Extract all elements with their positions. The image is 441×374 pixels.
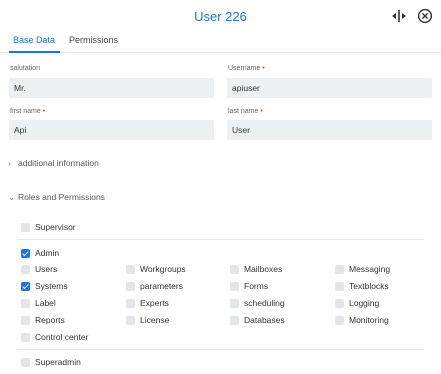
- first-name-label-text: first name: [10, 108, 41, 115]
- parameters-checkbox[interactable]: [126, 282, 135, 291]
- tab-permissions[interactable]: Permissions: [69, 35, 118, 45]
- split-view-icon[interactable]: [391, 8, 407, 24]
- tab-base-data[interactable]: Base Data: [13, 35, 55, 45]
- required-marker: •: [262, 65, 265, 72]
- username-label: Username •: [228, 65, 265, 72]
- label-label: Label: [35, 298, 56, 308]
- reports-label: Reports: [35, 315, 65, 325]
- salutation-label-text: salutation: [10, 65, 40, 72]
- license-label: License: [140, 315, 170, 325]
- salutation-label: salutation: [10, 65, 40, 72]
- dialog-title: User 226: [194, 9, 247, 24]
- required-marker: •: [42, 108, 46, 115]
- roles-permissions-label: Roles and Permissions: [18, 192, 105, 202]
- supervisor-checkbox[interactable]: [21, 223, 30, 232]
- last-name-label-text: last name: [228, 108, 259, 115]
- parameters-label: parameters: [140, 281, 183, 291]
- last-name-label: last name •: [228, 108, 263, 115]
- active-tab-indicator: [9, 51, 60, 53]
- additional-information-toggle[interactable]: › additional information: [8, 158, 99, 168]
- workgroups-label: Workgroups: [140, 264, 186, 274]
- label-checkbox[interactable]: [21, 299, 30, 308]
- chevron-down-icon: ⌄: [8, 192, 16, 202]
- databases-label: Databases: [244, 315, 285, 325]
- first-name-label: first name •: [10, 108, 45, 115]
- first-name-field[interactable]: Api: [9, 120, 214, 140]
- additional-information-label: additional information: [18, 158, 99, 168]
- divider: [17, 239, 424, 240]
- monitoring-label: Monitoring: [349, 315, 389, 325]
- systems-checkbox[interactable]: [21, 282, 30, 291]
- users-label: Users: [35, 264, 58, 274]
- control-center-label: Control center: [35, 332, 89, 342]
- superadmin-checkbox[interactable]: [21, 358, 30, 367]
- messaging-checkbox[interactable]: [335, 265, 344, 274]
- dialog-header: User 226: [0, 0, 441, 34]
- superadmin-label: Superadmin: [35, 357, 81, 367]
- tab-bar: Base Data Permissions: [0, 31, 441, 53]
- experts-label: Experts: [140, 298, 169, 308]
- username-label-text: Username: [228, 65, 261, 72]
- logging-label: Logging: [349, 298, 380, 308]
- admin-checkbox[interactable]: [21, 249, 30, 258]
- users-checkbox[interactable]: [21, 265, 30, 274]
- last-name-field[interactable]: User: [227, 120, 432, 140]
- chevron-right-icon: ›: [8, 158, 11, 168]
- forms-label: Forms: [244, 281, 269, 291]
- logging-checkbox[interactable]: [335, 299, 344, 308]
- salutation-field[interactable]: Mr.: [9, 78, 214, 98]
- divider: [17, 349, 424, 350]
- textblocks-label: Textblocks: [349, 281, 389, 291]
- reports-checkbox[interactable]: [21, 316, 30, 325]
- control-center-checkbox[interactable]: [21, 333, 30, 342]
- monitoring-checkbox[interactable]: [335, 316, 344, 325]
- admin-label: Admin: [35, 248, 60, 258]
- databases-checkbox[interactable]: [230, 316, 239, 325]
- messaging-label: Messaging: [349, 264, 391, 274]
- workgroups-checkbox[interactable]: [126, 265, 135, 274]
- mailboxes-label: Mailboxes: [244, 264, 283, 274]
- forms-checkbox[interactable]: [230, 282, 239, 291]
- close-icon[interactable]: [417, 8, 433, 24]
- scheduling-label: scheduling: [244, 298, 285, 308]
- mailboxes-checkbox[interactable]: [230, 265, 239, 274]
- scheduling-checkbox[interactable]: [230, 299, 239, 308]
- required-marker: •: [260, 108, 263, 115]
- supervisor-label: Supervisor: [35, 222, 76, 232]
- license-checkbox[interactable]: [126, 316, 135, 325]
- textblocks-checkbox[interactable]: [335, 282, 344, 291]
- systems-label: Systems: [35, 281, 68, 291]
- experts-checkbox[interactable]: [126, 299, 135, 308]
- roles-permissions-toggle[interactable]: ⌄ Roles and Permissions: [8, 192, 105, 203]
- username-field[interactable]: apiuser: [227, 78, 432, 98]
